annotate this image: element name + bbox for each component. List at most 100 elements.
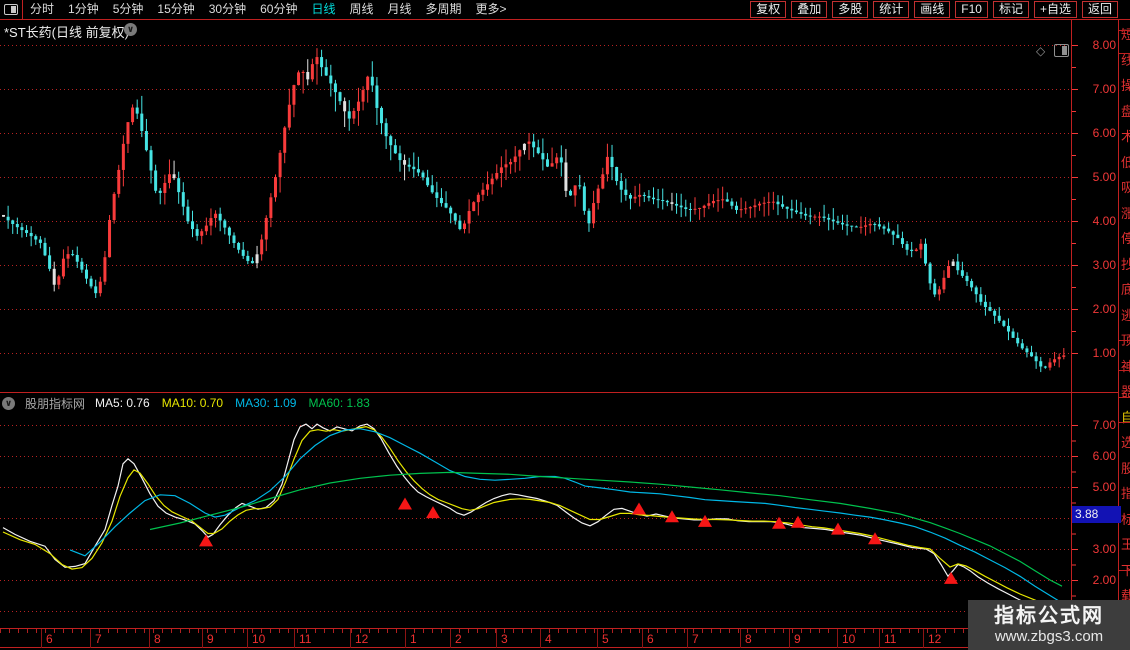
month-label-3: 9 — [207, 632, 214, 646]
right-strip-char: 盘 — [1121, 103, 1130, 119]
right-strip-char: 停 — [1121, 231, 1130, 246]
indicator-dropdown-icon[interactable]: ∨ — [2, 396, 15, 410]
layout-toggle-button[interactable] — [0, 0, 23, 19]
month-label-14: 8 — [745, 632, 752, 646]
candlestick-series — [2, 48, 1066, 373]
period-tab-7[interactable]: 周线 — [349, 0, 373, 19]
month-label-13: 7 — [692, 632, 699, 646]
main-y-label: 3.00 — [1092, 258, 1116, 272]
period-tab-1[interactable]: 1分钟 — [68, 0, 99, 19]
month-separator — [247, 629, 248, 648]
chart-title-row: *ST长药(日线 前复权) ∨ ◇ — [0, 20, 1069, 57]
month-label-10: 4 — [545, 632, 552, 646]
month-label-0: 6 — [46, 632, 53, 646]
month-separator — [496, 629, 497, 648]
period-tab-6[interactable]: 日线 — [311, 0, 335, 19]
right-strip-char: 短 — [1121, 27, 1130, 42]
ind-y-label: 6.00 — [1092, 449, 1116, 463]
right-strip-char: 神 — [1121, 358, 1130, 374]
month-separator — [540, 629, 541, 648]
toolbar-button-2[interactable]: 多股 — [832, 1, 869, 18]
trading-terminal-window: 分时 1分钟 5分钟 15分钟 30分钟 60分钟 日线 周线 月线 多周期 更多> 复权 叠加 多股统… — [0, 0, 1130, 650]
month-separator — [405, 629, 406, 648]
toolbar-button-3[interactable]: 统计 — [873, 1, 910, 18]
buy-signal-triangle — [831, 522, 845, 535]
buy-signal-triangle — [791, 515, 805, 528]
period-tab-8[interactable]: 月线 — [388, 0, 412, 19]
month-label-4: 10 — [252, 632, 266, 646]
right-strip-separator — [1119, 340, 1130, 341]
toolbar-button-1[interactable]: 叠加 — [791, 1, 828, 18]
toolbar-button-8[interactable]: 返回 — [1081, 1, 1118, 18]
panel-maximize-icon[interactable] — [1054, 44, 1069, 57]
month-label-7: 1 — [410, 632, 417, 646]
toolbar-button-0[interactable]: 复权 — [750, 1, 787, 18]
toolbar-button-7[interactable]: +自选 — [1033, 1, 1077, 18]
indicator-line-ma60 — [149, 471, 1063, 587]
month-label-8: 2 — [455, 632, 462, 646]
period-tab-10[interactable]: 更多> — [476, 0, 507, 19]
right-strip-char: 选 — [1121, 435, 1130, 450]
right-strip-char: 标 — [1121, 511, 1130, 527]
ind-y-label: 3.00 — [1092, 542, 1116, 556]
toolbar-button-4[interactable]: 画线 — [914, 1, 951, 18]
month-separator — [687, 629, 688, 648]
period-tab-3[interactable]: 15分钟 — [157, 0, 194, 19]
right-strip-char: 指 — [1121, 486, 1130, 501]
month-separator — [90, 629, 91, 648]
month-separator — [837, 629, 838, 648]
buy-signal-triangle — [698, 514, 712, 527]
ind-y-label: 7.00 — [1092, 418, 1116, 432]
main-y-label: 5.00 — [1092, 170, 1116, 184]
month-label-9: 3 — [501, 632, 508, 646]
watermark-title: 指标公式网 — [994, 605, 1104, 627]
watermark: 指标公式网 www.zbgs3.com — [968, 600, 1130, 650]
right-strip-char: 术 — [1121, 129, 1130, 144]
month-separator — [450, 629, 451, 648]
month-separator — [642, 629, 643, 648]
toolbar-button-5[interactable]: F10 — [955, 1, 988, 18]
ma-legend: MA5: 0.76 MA10: 0.70 MA30: 1.09 MA60: 1.83 — [95, 396, 370, 410]
period-tab-0[interactable]: 分时 — [30, 0, 54, 19]
buy-signal-triangle — [426, 506, 440, 519]
chevron-down-circle-icon[interactable]: ∨ — [124, 23, 137, 36]
period-tab-4[interactable]: 30分钟 — [209, 0, 246, 19]
indicator-line-ma10 — [2, 425, 1066, 612]
right-strip-separator — [1119, 370, 1130, 371]
main-y-label: 6.00 — [1092, 126, 1116, 140]
month-label-1: 7 — [95, 632, 102, 646]
right-strip-separator — [1119, 30, 1130, 31]
period-tab-2[interactable]: 5分钟 — [113, 0, 144, 19]
period-tab-5[interactable]: 60分钟 — [260, 0, 297, 19]
right-strip-char: 逃 — [1121, 307, 1130, 323]
indicator-source-label: 股朋指标网 — [25, 396, 86, 411]
right-strip-separator — [1119, 397, 1130, 398]
month-separator — [789, 629, 790, 648]
right-strip-char: 操 — [1121, 78, 1130, 93]
month-separator — [923, 629, 924, 648]
right-strip-separator — [1119, 53, 1130, 54]
current-value-badge: 3.88 — [1072, 506, 1121, 523]
month-label-2: 8 — [154, 632, 161, 646]
right-strip-separator — [1119, 422, 1130, 423]
window-split-icon — [4, 4, 18, 15]
right-strip-char: 吸 — [1121, 180, 1130, 195]
watermark-url: www.zbgs3.com — [994, 628, 1104, 645]
indicator-lines — [2, 423, 1066, 618]
chart-canvas[interactable] — [0, 0, 1130, 650]
period-tab-9[interactable]: 多周期 — [426, 0, 462, 19]
time-axis[interactable]: 2024年 6789101112123456789101112 — [0, 629, 1118, 648]
diamond-marker-icon[interactable]: ◇ — [1036, 45, 1045, 57]
buy-signal-triangle — [398, 497, 412, 510]
right-strip-char: 下 — [1121, 562, 1130, 578]
indicator-header: ∨ 股朋指标网 MA5: 0.76 MA10: 0.70 MA30: 1.09 MA6… — [2, 395, 370, 411]
main-y-label: 7.00 — [1092, 82, 1116, 96]
month-separator — [879, 629, 880, 648]
month-label-6: 12 — [355, 632, 369, 646]
month-separator — [149, 629, 150, 648]
right-strip-char: 股 — [1121, 460, 1130, 476]
month-label-18: 12 — [928, 632, 942, 646]
period-toolbar: 分时 1分钟 5分钟 15分钟 30分钟 60分钟 日线 周线 月线 多周期 更多> 复权 叠加 多股统… — [0, 0, 1130, 20]
toolbar-button-6[interactable]: 标记 — [992, 1, 1029, 18]
month-label-12: 6 — [647, 632, 654, 646]
